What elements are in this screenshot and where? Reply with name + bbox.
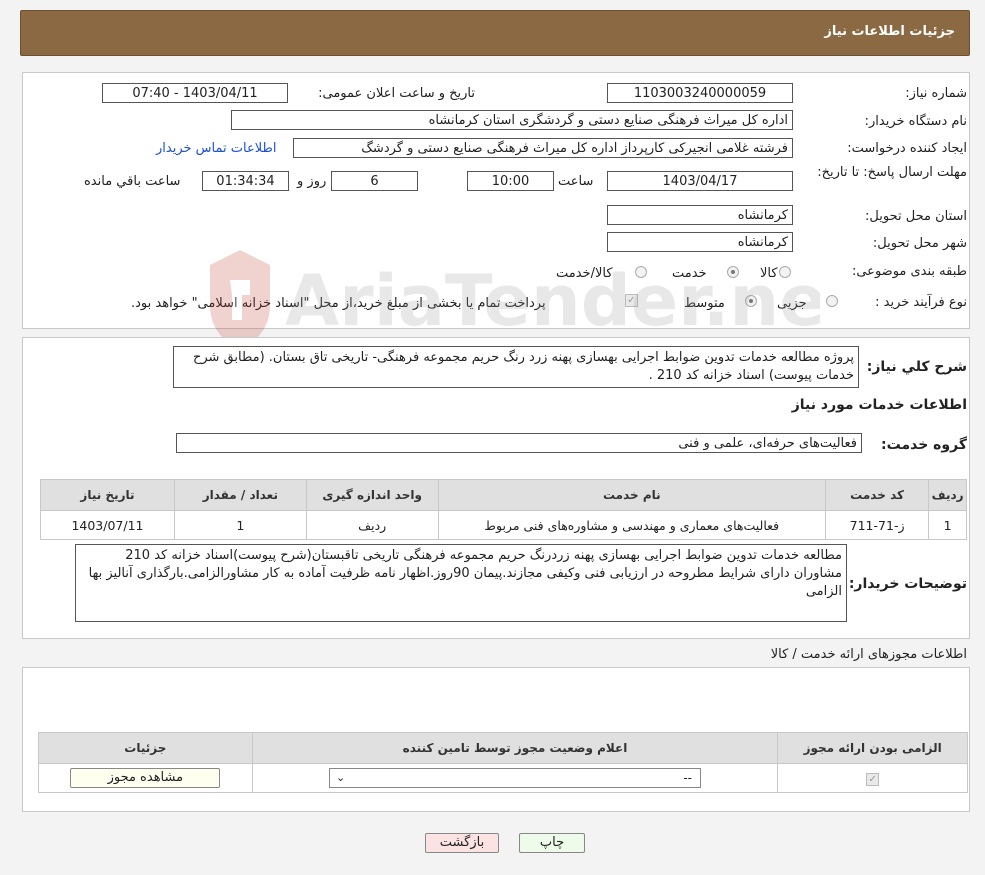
- buyer-org-field: اداره کل میراث فرهنگی صنایع دستی و گردشگ…: [231, 110, 793, 130]
- table-row: ✓ -- ⌄ مشاهده مجوز: [38, 763, 968, 793]
- city-field: کرمانشاه: [607, 232, 793, 252]
- announce-datetime-label: تاریخ و ساعت اعلان عمومی:: [318, 86, 475, 101]
- col-unit: واحد اندازه گیری: [305, 479, 439, 511]
- process-option-minor: جزیی: [777, 296, 807, 311]
- need-number-label: شماره نیاز:: [905, 86, 967, 101]
- deadline-time-label: ساعت: [558, 174, 594, 189]
- col-need-date: تاریخ نیاز: [40, 479, 175, 511]
- col-details: جزئیات: [38, 732, 253, 764]
- license-status-value: --: [683, 771, 692, 785]
- services-table: ردیف کد خدمت نام خدمت واحد اندازه گیری ت…: [40, 479, 967, 540]
- process-type-label: نوع فرآیند خرید :: [875, 295, 967, 310]
- table-row: 1 ز-71-711 فعالیت‌های معماری و مهندسی و …: [40, 510, 967, 540]
- back-button[interactable]: بازگشت: [425, 833, 499, 853]
- services-section-title: اطلاعات خدمات مورد نیاز: [791, 397, 967, 413]
- licenses-table: الزامی بودن ارائه مجوز اعلام وضعیت مجوز …: [38, 732, 968, 793]
- need-number-field: 1103003240000059: [607, 83, 793, 103]
- cell-service-code: ز-71-711: [824, 510, 930, 540]
- print-button[interactable]: چاپ: [519, 833, 585, 853]
- cell-service-name: فعالیت‌های معماری و مهندسی و مشاوره‌های …: [437, 510, 826, 540]
- service-group-field: فعالیت‌های حرفه‌ای، علمی و فنی: [176, 433, 862, 453]
- col-quantity: تعداد / مقدار: [173, 479, 307, 511]
- page-title: جزئیات اطلاعات نیاز: [824, 24, 955, 39]
- province-label: استان محل تحویل:: [865, 209, 967, 224]
- license-status-select[interactable]: -- ⌄: [328, 768, 701, 788]
- category-option-goods: کالا: [760, 266, 778, 281]
- col-license-status: اعلام وضعیت مجوز توسط تامین کننده: [251, 732, 779, 764]
- days-field: 6: [331, 171, 418, 191]
- license-required-checkbox[interactable]: ✓: [866, 773, 880, 786]
- page-header: جزئیات اطلاعات نیاز: [20, 10, 970, 56]
- cell-unit: ردیف: [305, 510, 439, 540]
- category-option-service: خدمت: [672, 266, 707, 281]
- buyer-contact-link[interactable]: اطلاعات تماس خریدار: [156, 141, 276, 156]
- category-option-goods-service: کالا/خدمت: [556, 266, 613, 281]
- treasury-payment-note: پرداخت تمام یا بخشی از مبلغ خرید،از محل …: [131, 296, 546, 311]
- announce-datetime-field: 1403/04/11 - 07:40: [102, 83, 288, 103]
- col-service-name: نام خدمت: [437, 479, 826, 511]
- category-radio-goods[interactable]: [779, 266, 791, 278]
- summary-textarea[interactable]: پروژه مطالعه خدمات تدوین ضوابط اجرایی به…: [173, 346, 859, 388]
- cell-quantity: 1: [173, 510, 307, 540]
- process-radio-medium[interactable]: [745, 295, 757, 307]
- view-license-button[interactable]: مشاهده مجوز: [70, 768, 221, 788]
- creator-label: ایجاد کننده درخواست:: [847, 141, 967, 156]
- deadline-date-field: 1403/04/17: [607, 171, 793, 191]
- days-label: روز و: [297, 174, 327, 189]
- buyer-notes-textarea[interactable]: مطالعه خدمات تدوین ضوابط اجرایی بهسازی پ…: [75, 544, 847, 622]
- col-license-required: الزامی بودن ارائه مجوز: [777, 732, 968, 764]
- creator-field: فرشته غلامی انجیرکی کارپرداز اداره کل می…: [293, 138, 793, 158]
- cell-need-date: 1403/07/11: [40, 510, 175, 540]
- category-radio-goods-service[interactable]: [635, 266, 647, 278]
- province-field: کرمانشاه: [607, 205, 793, 225]
- category-radio-service[interactable]: [727, 266, 739, 278]
- service-group-label: گروه خدمت:: [881, 437, 967, 453]
- deadline-label: مهلت ارسال پاسخ: تا تاریخ:: [817, 165, 967, 180]
- col-row-number: ردیف: [928, 479, 967, 511]
- treasury-payment-checkbox[interactable]: ✓: [625, 294, 638, 307]
- process-option-medium: متوسط: [684, 296, 725, 311]
- category-label: طبقه بندی موضوعی:: [851, 264, 967, 279]
- buyer-notes-label: توضیحات خریدار:: [848, 576, 967, 592]
- process-radio-minor[interactable]: [826, 295, 838, 307]
- deadline-time-field: 10:00: [467, 171, 554, 191]
- buyer-org-label: نام دستگاه خریدار:: [864, 114, 967, 129]
- chevron-down-icon: ⌄: [335, 771, 346, 784]
- cell-row-number: 1: [928, 510, 967, 540]
- remaining-time-label: ساعت باقي مانده: [84, 174, 181, 189]
- summary-label: شرح کلي نياز:: [866, 359, 967, 375]
- remaining-time-field: 01:34:34: [202, 171, 289, 191]
- col-service-code: کد خدمت: [824, 479, 930, 511]
- licenses-section-title: اطلاعات مجوزهای ارائه خدمت / کالا: [770, 647, 967, 662]
- city-label: شهر محل تحویل:: [872, 236, 967, 251]
